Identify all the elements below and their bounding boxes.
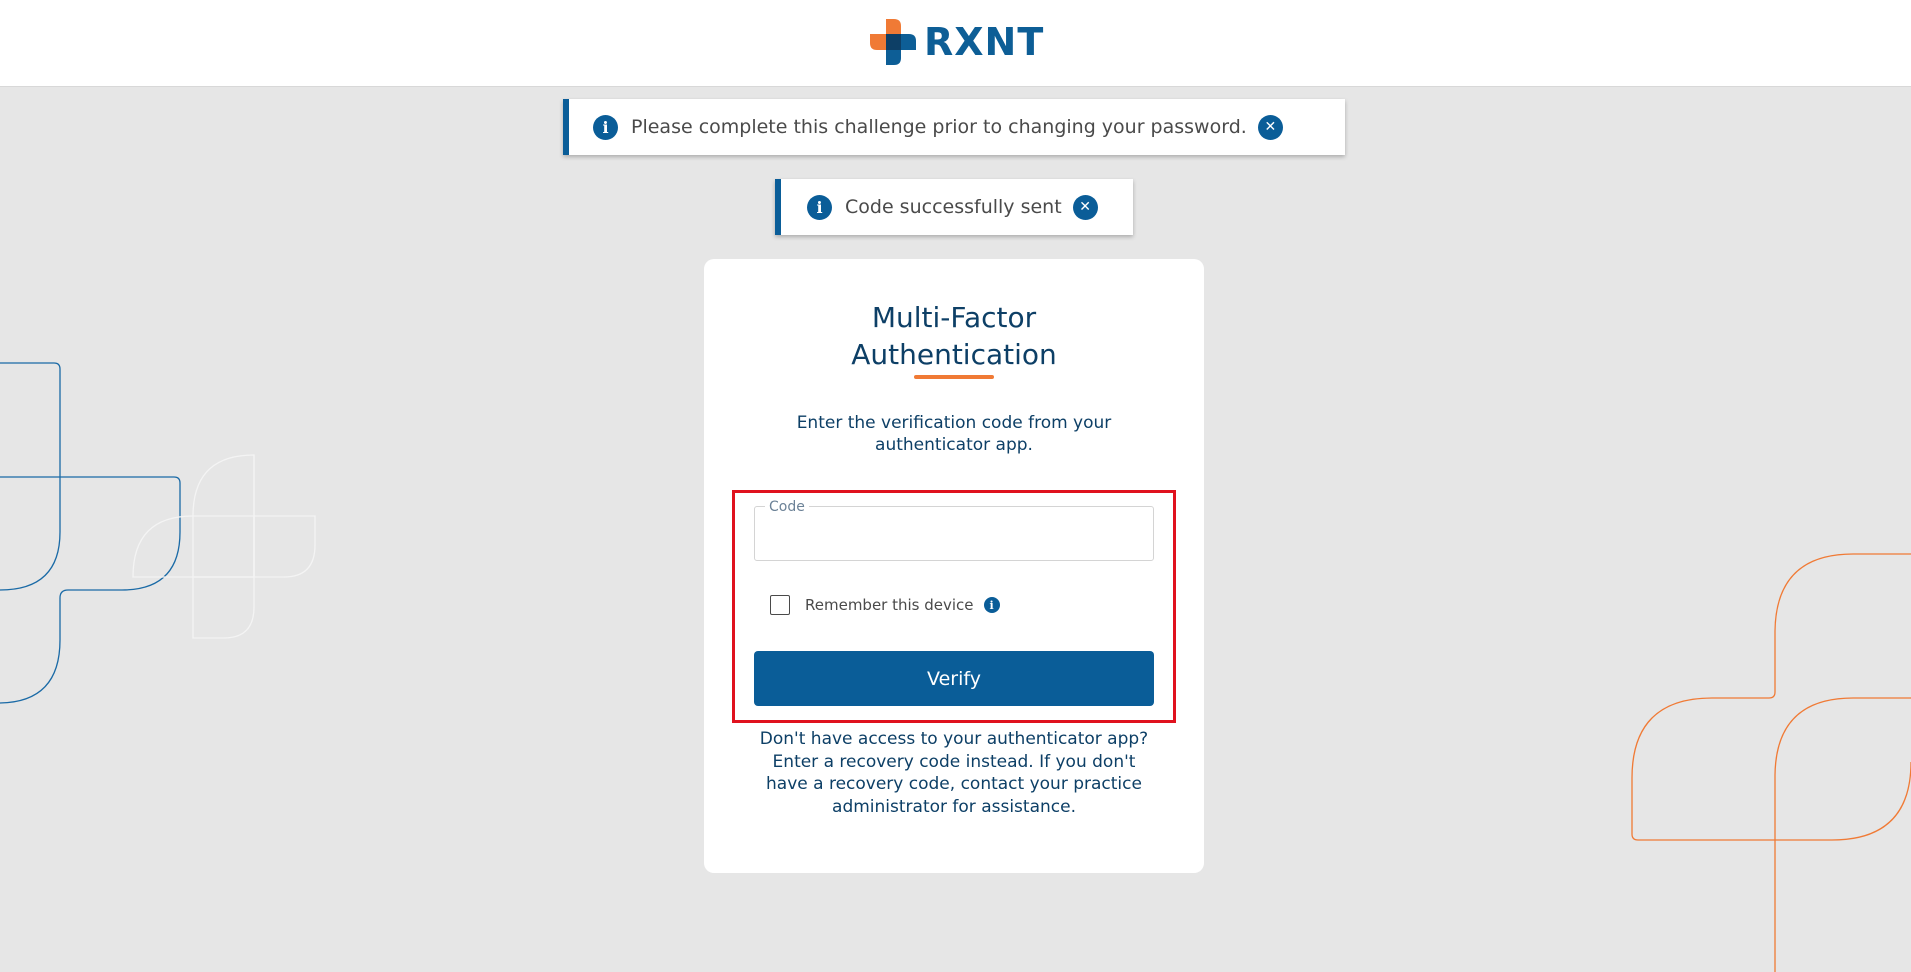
title-underline: [914, 375, 994, 379]
code-field[interactable]: Code: [754, 499, 1154, 561]
cross-logo-icon: [870, 19, 916, 65]
top-bar: RXNT: [0, 0, 1911, 87]
info-icon: i: [807, 194, 832, 220]
remember-device-label: Remember this device: [805, 596, 974, 614]
recovery-text: Don't have access to your authenticator …: [759, 729, 1149, 817]
rxnt-logo[interactable]: RXNT: [870, 18, 1044, 66]
mfa-card: Multi-Factor Authentication Enter the ve…: [704, 259, 1204, 873]
remember-device: Remember this device i: [770, 595, 1000, 615]
title-line-2: Authentication: [851, 338, 1057, 371]
close-icon[interactable]: ✕: [1072, 194, 1098, 220]
title-line-1: Multi-Factor: [871, 301, 1037, 334]
notification-text: Code successfully sent: [845, 196, 1062, 218]
code-input[interactable]: [769, 521, 1139, 551]
code-label: Code: [765, 499, 809, 515]
page-title: Multi-Factor Authentication: [704, 299, 1204, 373]
close-icon[interactable]: ✕: [1257, 114, 1283, 140]
info-icon[interactable]: i: [983, 597, 1000, 613]
notification-code-sent: i Code successfully sent ✕: [775, 179, 1133, 235]
notification-text: Please complete this challenge prior to …: [631, 116, 1247, 138]
brand-name: RXNT: [924, 20, 1045, 64]
info-icon: i: [593, 114, 618, 140]
remember-device-checkbox[interactable]: [770, 595, 790, 615]
notification-password-challenge: i Please complete this challenge prior t…: [563, 99, 1345, 155]
instructions-text: Enter the verification code from your au…: [796, 413, 1112, 455]
verify-button[interactable]: Verify: [754, 651, 1154, 706]
